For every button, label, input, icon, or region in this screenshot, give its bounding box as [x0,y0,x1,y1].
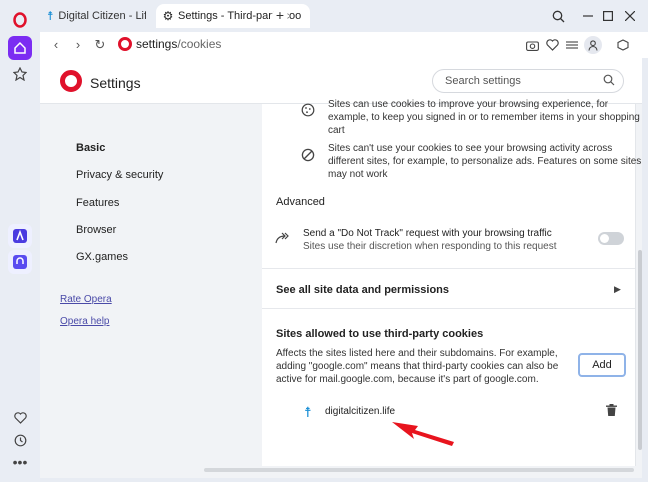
search-settings-input[interactable]: Search settings [432,69,624,93]
nav-item-features[interactable]: Features [76,197,119,209]
do-not-track-icon [274,230,290,246]
search-tabs-icon[interactable] [548,6,568,26]
vertical-scrollbar[interactable] [638,250,642,450]
page-title: Settings [90,75,141,91]
search-icon [603,74,615,89]
heart-icon[interactable] [543,36,561,54]
history-icon[interactable] [8,428,32,452]
do-not-track-title: Send a "Do Not Track" request with your … [303,228,552,239]
settings-nav: Basic Privacy & security Features Browse… [40,104,204,478]
tab-label: Digital Citizen - Life in a d [58,10,146,22]
aria-icon[interactable] [8,224,32,248]
cookies-blocked-description: Sites can't use your cookies to see your… [328,143,642,180]
url-field[interactable]: settings/cookies [136,37,221,51]
digitalcitizen-icon: ☨ [304,404,312,420]
address-bar: ‹ › ↻ settings/cookies [40,32,648,58]
divider [262,308,635,309]
nav-item-browser[interactable]: Browser [76,224,116,236]
annotation-arrow-icon [388,420,456,455]
close-icon[interactable] [620,6,640,26]
divider [262,268,635,269]
see-all-site-data-link[interactable]: See all site data and permissions [276,284,449,296]
digitalcitizen-icon: ☨ [46,9,54,23]
home-icon[interactable] [8,36,32,60]
third-party-section-title: Sites allowed to use third-party cookies [276,328,484,340]
do-not-track-toggle[interactable] [598,232,624,245]
url-path: /cookies [177,37,222,51]
url-domain: settings [136,37,178,51]
extensions-icon[interactable] [614,36,632,54]
gear-icon: ⚙ [162,9,174,23]
settings-page: Settings Search settings Basic Privacy &… [40,58,642,478]
add-site-button[interactable]: Add [578,353,626,377]
player-icon[interactable] [8,250,32,274]
easy-setup-icon[interactable] [563,36,581,54]
bookmarks-icon[interactable] [8,62,32,86]
cookies-allowed-description: Sites can use cookies to improve your br… [328,99,640,136]
back-icon[interactable]: ‹ [44,37,68,52]
heart-icon[interactable] [8,406,32,430]
nav-item-gx-games[interactable]: GX.games [76,251,128,263]
opera-menu-icon[interactable] [8,8,32,32]
cookie-icon [300,102,316,118]
allowed-site-name: digitalcitizen.life [325,406,396,417]
search-placeholder: Search settings [445,75,521,87]
tab-digital-citizen[interactable]: ☨ Digital Citizen - Life in a d [40,4,152,28]
third-party-description: Affects the sites listed here and their … [276,348,559,385]
nav-item-privacy-security[interactable]: Privacy & security [76,169,163,181]
minimize-icon[interactable] [578,6,598,26]
block-icon [300,147,316,163]
tab-strip: ☨ Digital Citizen - Life in a d ⚙ Settin… [40,0,648,32]
forward-icon[interactable]: › [66,37,90,52]
chevron-right-icon[interactable]: ▶ [614,284,621,295]
cookies-content: Sites can use cookies to improve your br… [262,99,641,466]
nav-item-basic[interactable]: Basic [76,142,105,154]
trash-icon[interactable] [606,404,617,419]
do-not-track-subtitle: Sites use their discretion when respondi… [303,241,557,252]
opera-site-icon [118,37,132,51]
more-icon[interactable]: ••• [8,450,32,474]
camera-icon[interactable] [523,36,541,54]
sidebar: ••• [0,0,40,482]
opera-help-link[interactable]: Opera help [60,316,109,327]
horizontal-scrollbar[interactable] [204,468,634,472]
maximize-icon[interactable] [598,6,618,26]
new-tab-button[interactable]: + [272,8,288,24]
profile-icon[interactable] [584,36,602,54]
rate-opera-link[interactable]: Rate Opera [60,294,112,305]
reload-icon[interactable]: ↻ [88,37,112,53]
opera-logo-icon [60,70,82,92]
advanced-section-title: Advanced [276,196,325,208]
